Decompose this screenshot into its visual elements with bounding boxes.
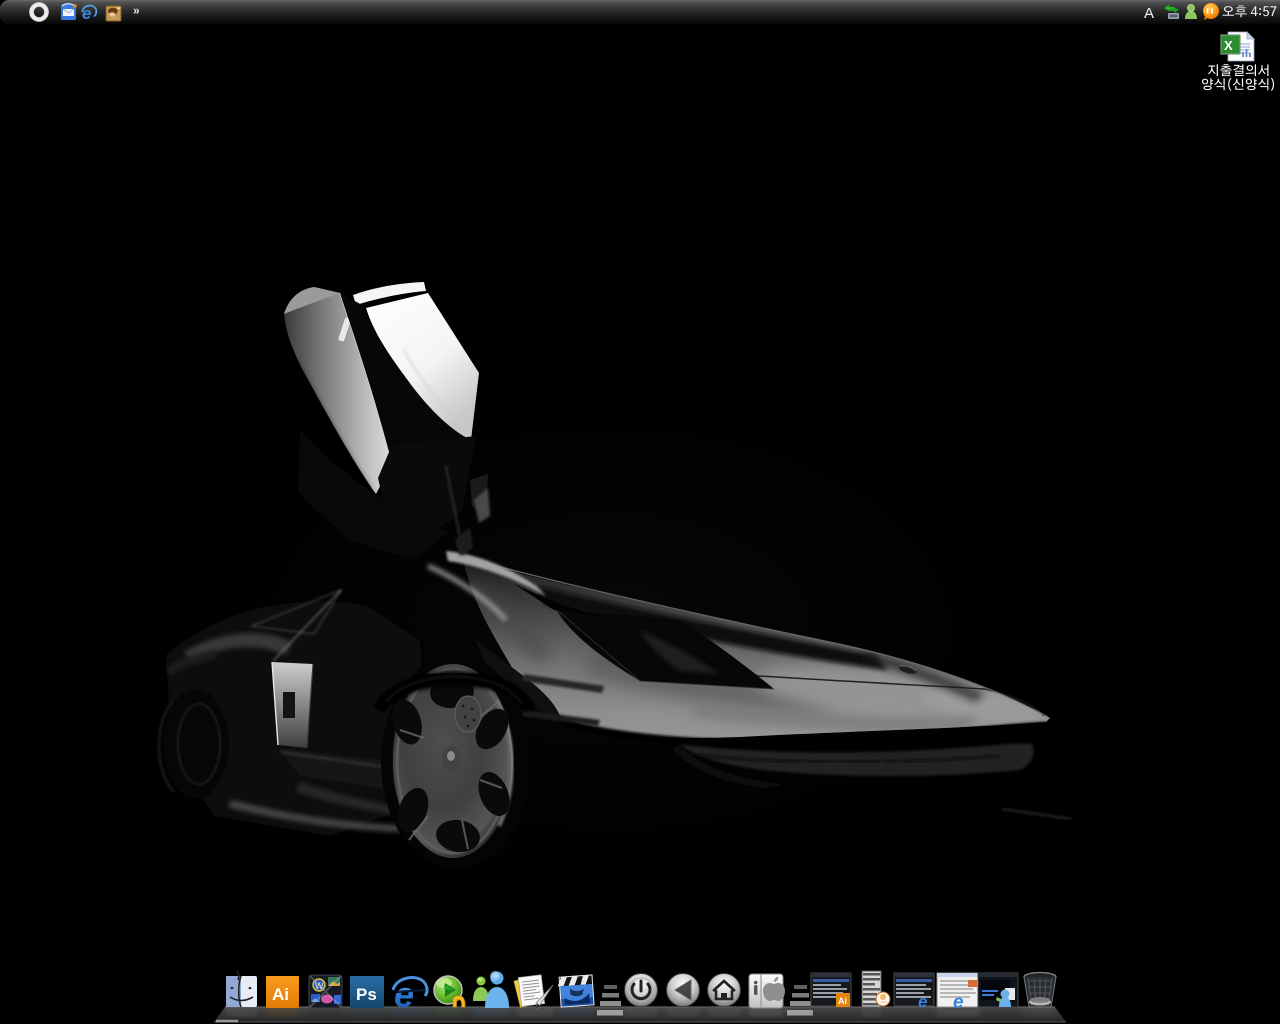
svg-text:»: » xyxy=(133,4,140,18)
svg-text:Ai: Ai xyxy=(272,985,289,1004)
svg-text:X: X xyxy=(1224,38,1233,53)
svg-text:Ai: Ai xyxy=(838,996,847,1006)
svg-text:A: A xyxy=(1144,5,1154,22)
svg-text:Ps: Ps xyxy=(356,985,377,1004)
